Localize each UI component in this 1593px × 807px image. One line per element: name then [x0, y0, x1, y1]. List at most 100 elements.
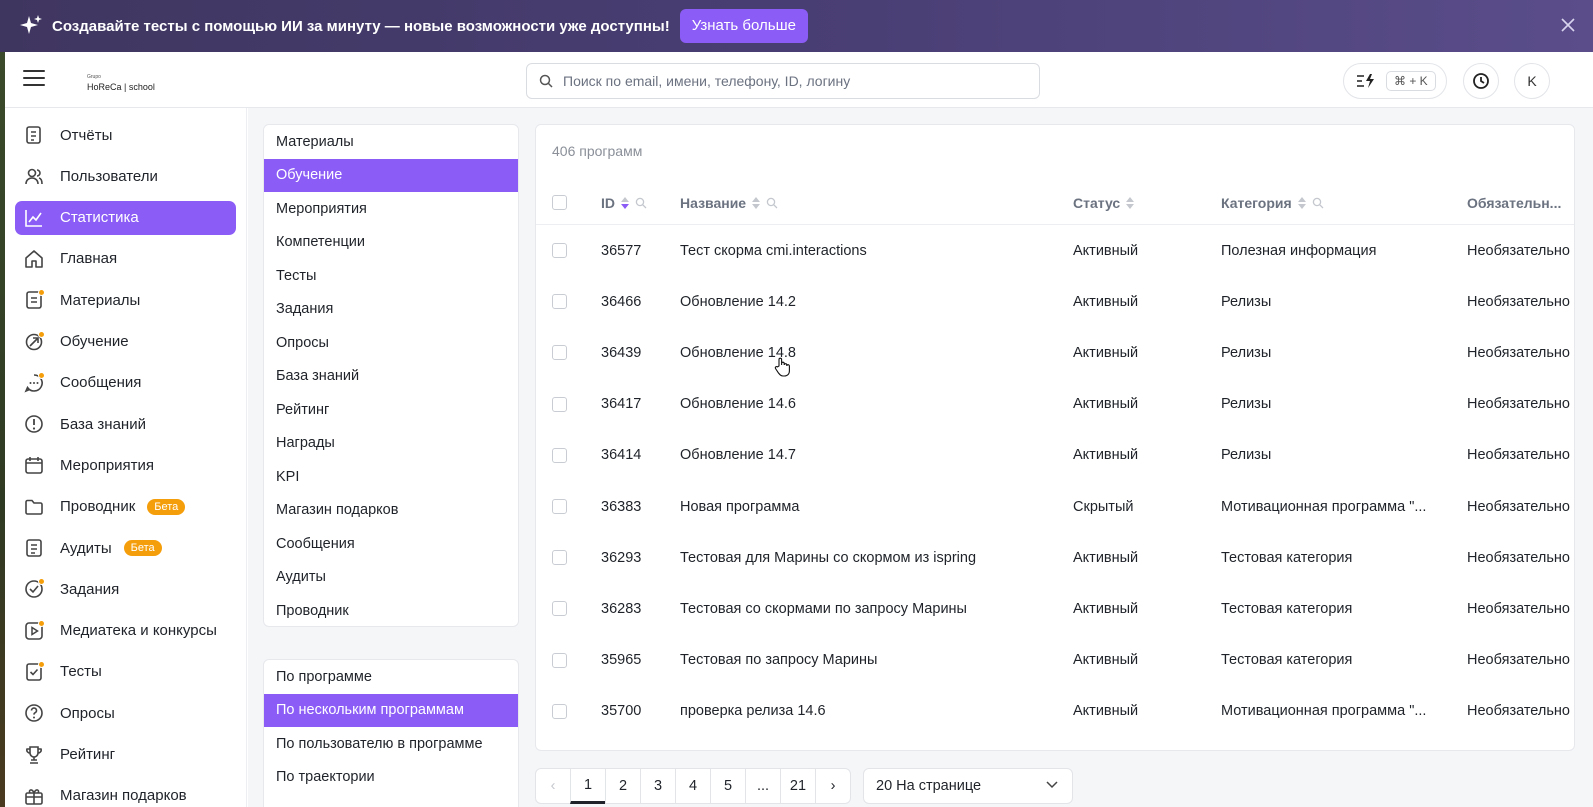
column-required[interactable]: Обязательн... — [1467, 181, 1561, 225]
sidebar-item[interactable]: Отчёты — [15, 118, 236, 152]
category-item[interactable]: KPI — [264, 460, 518, 494]
shortcut-hint: ⌘ + K — [1386, 71, 1436, 91]
sidebar-item[interactable]: Статистика — [15, 200, 236, 235]
row-checkbox[interactable] — [552, 243, 567, 258]
column-id[interactable]: ID — [601, 181, 647, 225]
search-input[interactable] — [563, 73, 1003, 89]
table-row[interactable]: 36293 Тестовая для Марины со скормом из i… — [536, 532, 1574, 583]
sort-icon[interactable] — [621, 197, 629, 209]
page-button[interactable]: 5 — [710, 768, 746, 804]
row-checkbox[interactable] — [552, 345, 567, 361]
table-cell: Релизы — [1221, 447, 1272, 464]
sidebar-item[interactable]: Тесты — [15, 655, 236, 689]
filter-search-icon[interactable] — [1312, 197, 1324, 209]
avatar[interactable]: K — [1514, 63, 1550, 99]
category-item[interactable]: Аудиты — [264, 561, 518, 595]
table-cell: Новая программа — [680, 498, 800, 515]
table-cell: Тестовая категория — [1221, 549, 1353, 566]
sidebar-item[interactable]: Сообщения — [15, 366, 236, 400]
report-type-item[interactable]: По траектории — [264, 761, 518, 795]
sidebar-item-label: Сообщения — [60, 374, 142, 392]
sidebar-item[interactable]: Главная — [15, 242, 236, 276]
category-item[interactable]: Компетенции — [264, 226, 518, 260]
page-button[interactable]: ... — [745, 768, 781, 804]
table-cell: Релизы — [1221, 293, 1272, 310]
report-type-item[interactable]: По нескольким программам — [264, 693, 518, 727]
chart-icon — [24, 208, 44, 228]
prev-page-button[interactable]: ‹ — [535, 768, 571, 804]
table-cell: Необязательно — [1467, 498, 1570, 515]
document-icon — [24, 289, 45, 310]
row-checkbox[interactable] — [552, 294, 567, 310]
column-name[interactable]: Название — [680, 181, 778, 225]
per-page-select[interactable]: 20 На странице — [863, 768, 1073, 804]
category-item[interactable]: Тесты — [264, 259, 518, 293]
table-row[interactable]: 36439 Обновление 14.8 Активный Релизы Необяз… — [536, 327, 1574, 378]
table-row[interactable]: 36417 Обновление 14.6 Активный Релизы Необяз… — [536, 379, 1574, 430]
report-type-item[interactable]: По пользователю в программе — [264, 727, 518, 761]
page-button[interactable]: 1 — [570, 768, 606, 804]
filter-search-icon[interactable] — [766, 197, 778, 209]
category-item[interactable]: Рейтинг — [264, 393, 518, 427]
sidebar-item[interactable]: База знаний — [15, 407, 236, 441]
command-palette-button[interactable]: ⌘ + K — [1343, 63, 1447, 99]
sidebar-item[interactable]: Проводник Бета — [15, 490, 236, 524]
sidebar-item[interactable]: Медиатека и конкурсы — [15, 614, 236, 648]
sidebar-item[interactable]: Аудиты Бета — [15, 531, 236, 565]
sort-icon[interactable] — [1126, 197, 1135, 209]
page-button[interactable]: 4 — [675, 768, 711, 804]
row-checkbox[interactable] — [552, 550, 567, 566]
learn-more-button[interactable]: Узнать больше — [679, 9, 808, 43]
category-item[interactable]: Магазин подарков — [264, 494, 518, 528]
row-checkbox[interactable] — [552, 396, 567, 412]
row-checkbox[interactable] — [552, 447, 567, 463]
row-checkbox[interactable] — [552, 652, 567, 668]
table-row[interactable]: 36383 Новая программа Скрытый Мотивационная… — [536, 481, 1574, 532]
sidebar-item[interactable]: Пользователи — [15, 159, 236, 193]
sidebar-item[interactable]: Рейтинг — [15, 738, 236, 772]
sort-icon[interactable] — [752, 197, 761, 209]
select-all-checkbox[interactable] — [552, 195, 567, 210]
category-item[interactable]: Задания — [264, 293, 518, 327]
table-row[interactable]: 35965 Тестовая по запросу Марины Активный Т… — [536, 635, 1574, 686]
sidebar-item[interactable]: Задания — [15, 572, 236, 606]
table-cell: Тестовая по запросу Марины — [680, 652, 878, 669]
next-page-button[interactable]: › — [815, 768, 851, 804]
page-button[interactable]: 3 — [640, 768, 676, 804]
page-button[interactable]: 2 — [605, 768, 641, 804]
category-item[interactable]: Опросы — [264, 326, 518, 360]
sidebar-item[interactable]: Магазин подарков — [15, 779, 236, 807]
search-box[interactable] — [526, 63, 1040, 99]
row-checkbox[interactable] — [552, 703, 567, 719]
table-row[interactable]: 36466 Обновление 14.2 Активный Релизы Необяз… — [536, 276, 1574, 327]
sidebar-item[interactable]: Обучение — [15, 325, 236, 359]
category-item[interactable]: База знаний — [264, 360, 518, 394]
menu-icon[interactable] — [23, 70, 45, 88]
logo[interactable]: Grupo HoReCa | school — [87, 72, 155, 92]
sort-icon[interactable] — [1297, 197, 1306, 209]
sidebar-item[interactable]: Опросы — [15, 696, 236, 730]
category-item[interactable]: Сообщения — [264, 527, 518, 561]
category-item[interactable]: Мероприятия — [264, 192, 518, 226]
report-type-item[interactable]: По программе — [264, 660, 518, 694]
history-button[interactable] — [1463, 63, 1499, 99]
row-checkbox[interactable] — [552, 601, 567, 617]
table-row[interactable]: 35700 проверка релиза 14.6 Активный Мотивац… — [536, 686, 1574, 737]
chat-icon — [24, 371, 45, 393]
page-button[interactable]: 21 — [780, 768, 816, 804]
table-row[interactable]: 36283 Тестовая со скормами по запросу Мар… — [536, 583, 1574, 634]
filter-search-icon[interactable] — [635, 197, 647, 209]
table-row[interactable]: 36414 Обновление 14.7 Активный Релизы Необяз… — [536, 430, 1574, 481]
table-row[interactable]: 36577 Тест скорма cmi.interactions Активны… — [536, 225, 1574, 276]
top-header: Grupo HoReCa | school ⌘ + K K — [5, 52, 1593, 108]
sidebar-item[interactable]: Мероприятия — [15, 448, 236, 482]
column-category[interactable]: Категория — [1221, 181, 1324, 225]
category-item[interactable]: Проводник — [264, 594, 518, 626]
close-icon[interactable] — [1557, 14, 1579, 36]
category-item[interactable]: Материалы — [264, 125, 518, 159]
sidebar-item[interactable]: Материалы — [15, 283, 236, 317]
category-item[interactable]: Награды — [264, 427, 518, 461]
category-item[interactable]: Обучение — [264, 158, 518, 192]
row-checkbox[interactable] — [552, 499, 567, 514]
column-status[interactable]: Статус — [1073, 181, 1135, 225]
